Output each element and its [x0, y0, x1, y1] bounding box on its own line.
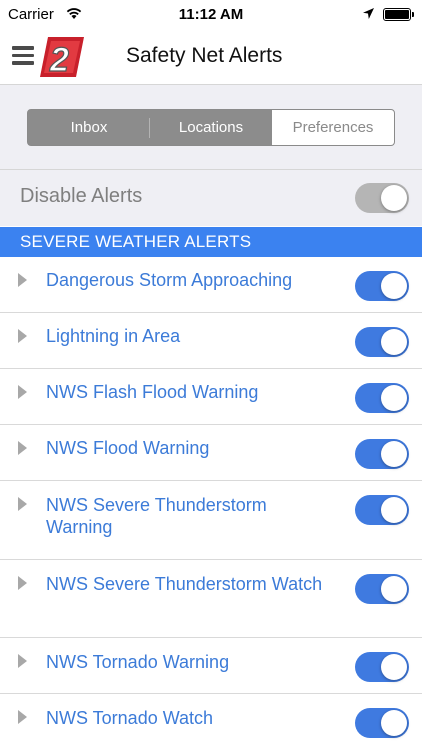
alert-toggle[interactable] — [355, 708, 409, 738]
alert-toggle[interactable] — [355, 327, 409, 357]
alert-toggle[interactable] — [355, 271, 409, 301]
tab-locations[interactable]: Locations — [150, 110, 272, 145]
battery-tip — [412, 12, 414, 17]
station-logo: 2 — [40, 37, 84, 79]
alert-row-flood-warning[interactable]: NWS Flood Warning — [0, 425, 422, 481]
page-title: Safety Net Alerts — [126, 44, 283, 67]
alert-row-dangerous-storm[interactable]: Dangerous Storm Approaching — [0, 257, 422, 313]
section-header: SEVERE WEATHER ALERTS — [0, 227, 422, 257]
disclosure-triangle-icon[interactable] — [18, 273, 27, 287]
disclosure-triangle-icon[interactable] — [18, 654, 27, 668]
alert-label: NWS Severe Thunderstorm Watch — [46, 574, 323, 594]
disclosure-triangle-icon[interactable] — [18, 710, 27, 724]
alert-toggle[interactable] — [355, 652, 409, 682]
alert-row-tornado-watch[interactable]: NWS Tornado Watch — [0, 694, 422, 750]
alert-label: Dangerous Storm Approaching — [46, 270, 293, 290]
alert-label: NWS Severe Thunderstorm Warning — [46, 495, 267, 537]
tab-segmented-control: Inbox Locations Preferences — [27, 109, 395, 146]
alert-label: NWS Flood Warning — [46, 438, 210, 458]
location-arrow-icon — [363, 8, 374, 19]
toggle-knob — [381, 185, 407, 211]
app-header: 2 Safety Net Alerts — [0, 30, 422, 84]
alert-label: Lightning in Area — [46, 326, 181, 346]
alert-toggle[interactable] — [355, 439, 409, 469]
disclosure-triangle-icon[interactable] — [18, 497, 27, 511]
alert-row-flash-flood[interactable]: NWS Flash Flood Warning — [0, 369, 422, 425]
alert-row-severe-thunderstorm-warning[interactable]: NWS Severe Thunderstorm Warning — [0, 481, 422, 560]
status-time: 11:12 AM — [178, 6, 244, 23]
alert-row-severe-thunderstorm-watch[interactable]: NWS Severe Thunderstorm Watch — [0, 560, 422, 638]
disclosure-triangle-icon[interactable] — [18, 385, 27, 399]
alert-label: NWS Tornado Watch — [46, 708, 214, 728]
disclosure-triangle-icon[interactable] — [18, 576, 27, 590]
alert-toggle[interactable] — [355, 495, 409, 525]
alert-row-lightning[interactable]: Lightning in Area — [0, 313, 422, 369]
section-title: SEVERE WEATHER ALERTS — [20, 232, 252, 251]
segment-area: Inbox Locations Preferences — [0, 84, 422, 170]
alert-label: NWS Tornado Warning — [46, 652, 230, 672]
disable-alerts-toggle[interactable] — [355, 183, 409, 213]
alert-toggle[interactable] — [355, 574, 409, 604]
alert-row-tornado-warning[interactable]: NWS Tornado Warning — [0, 638, 422, 694]
tab-inbox[interactable]: Inbox — [28, 110, 150, 145]
disclosure-triangle-icon[interactable] — [18, 441, 27, 455]
logo-text: 2 — [49, 41, 69, 79]
alert-label: NWS Flash Flood Warning — [46, 382, 259, 402]
status-bar: Carrier 11:12 AM — [0, 0, 422, 30]
battery-icon — [383, 8, 411, 21]
disable-alerts-label: Disable Alerts — [20, 185, 143, 207]
disable-alerts-row: Disable Alerts — [0, 170, 422, 226]
alert-toggle[interactable] — [355, 383, 409, 413]
disclosure-triangle-icon[interactable] — [18, 329, 27, 343]
tab-preferences[interactable]: Preferences — [272, 110, 394, 145]
menu-icon[interactable] — [12, 46, 34, 66]
